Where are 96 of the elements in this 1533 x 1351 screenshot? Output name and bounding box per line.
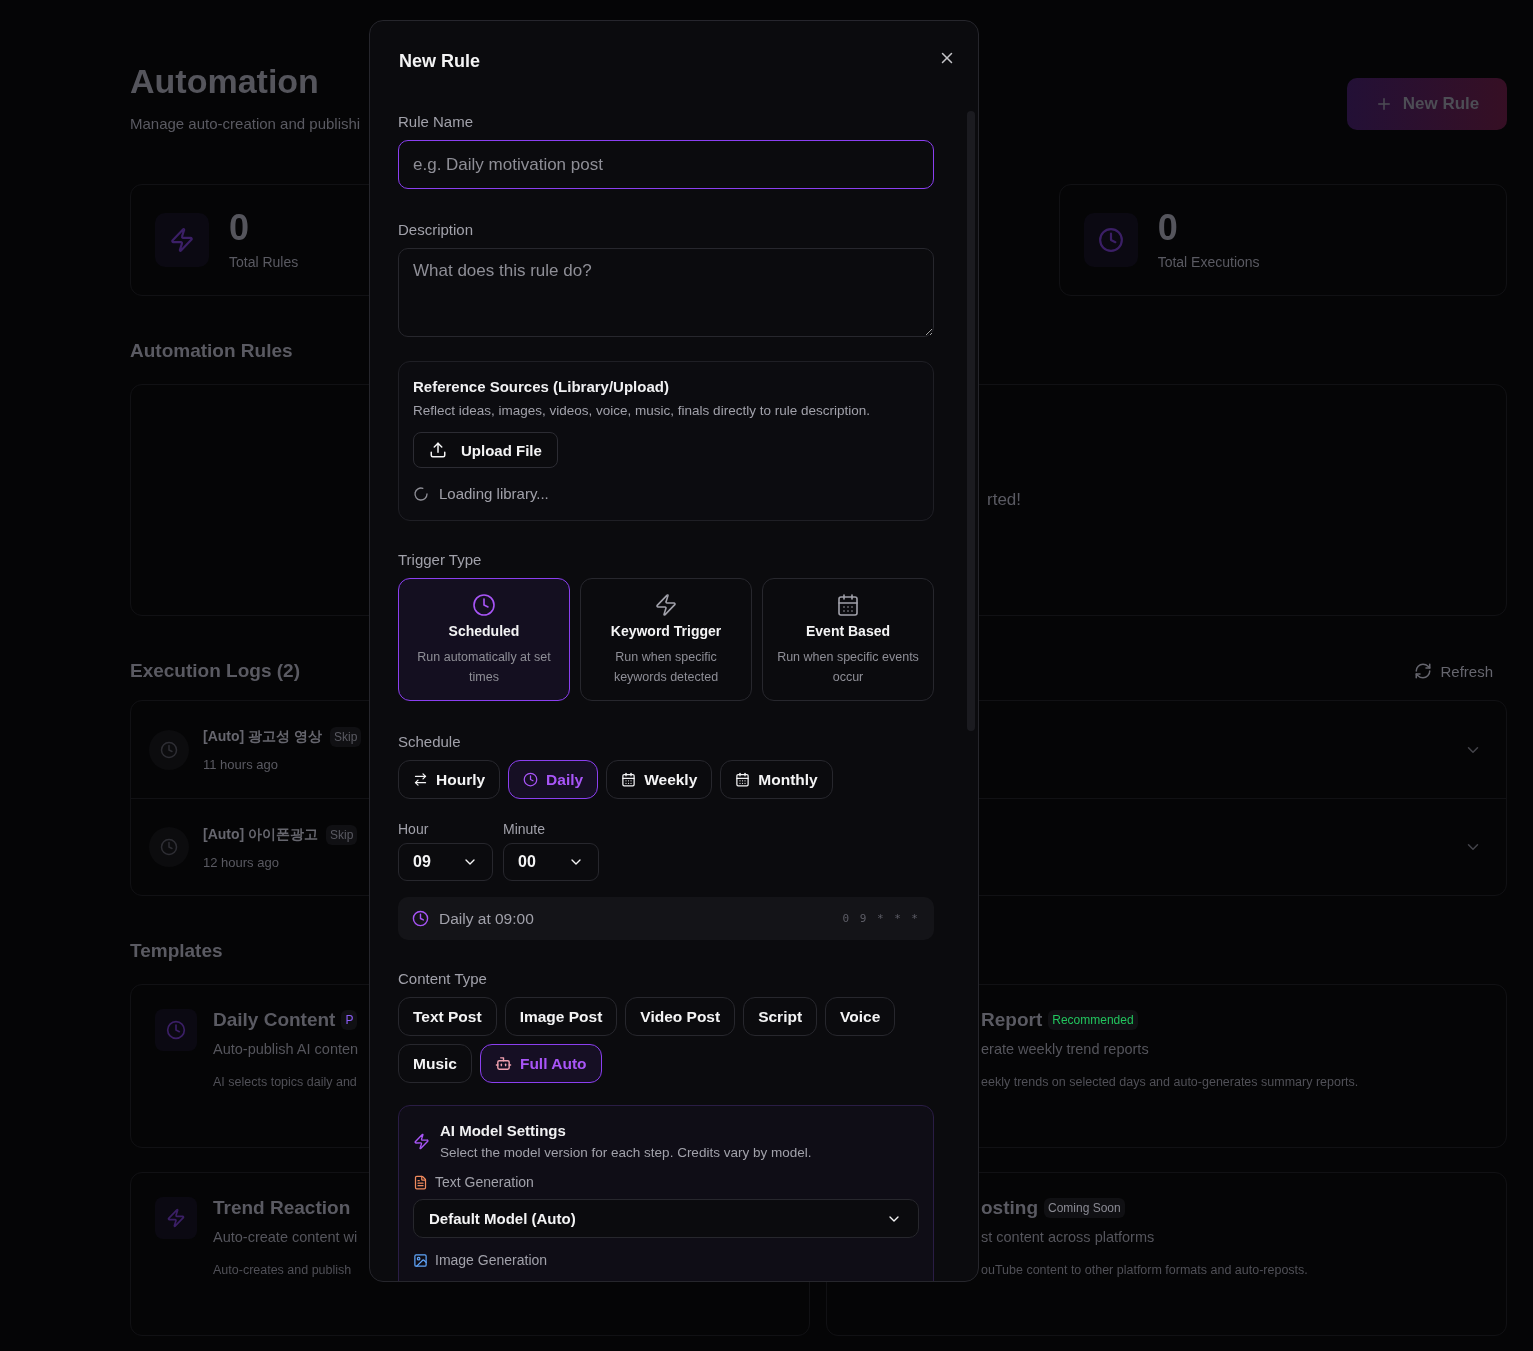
swap-arrows-icon: [413, 772, 428, 787]
template-detail: Auto-creates and publish: [213, 1263, 352, 1277]
lightning-icon: [166, 1208, 186, 1228]
refresh-button[interactable]: Refresh: [1414, 662, 1507, 680]
loading-text: Loading library...: [439, 485, 549, 502]
clock-icon: [523, 772, 539, 787]
clock-icon: [160, 740, 178, 759]
ai-settings-title: AI Model Settings: [440, 1122, 567, 1139]
calendar-icon: [735, 772, 751, 787]
schedule-option[interactable]: Hourly: [398, 760, 501, 799]
field-label: Hour: [398, 821, 430, 837]
trigger-option[interactable]: Scheduled Run automatically at set times: [398, 578, 570, 701]
status-badge: Skip: [330, 727, 362, 747]
schedule-option[interactable]: Monthly: [720, 760, 833, 799]
schedule-option[interactable]: Weekly: [606, 760, 713, 799]
content-type-option[interactable]: Voice: [825, 997, 896, 1036]
template-detail: ouTube content to other platform formats and auto-reposts.: [981, 1263, 1308, 1277]
template-subtitle: Auto-create content wi: [213, 1229, 358, 1245]
content-type-option[interactable]: Text Post: [398, 997, 497, 1036]
robot-icon: [494, 1055, 512, 1072]
trigger-description: Run automatically at set times: [416, 649, 552, 686]
template-subtitle: erate weekly trend reports: [981, 1041, 1149, 1057]
section-title: Automation Rules: [130, 340, 293, 362]
page-subtitle: Manage auto-creation and publishi: [130, 115, 361, 132]
reference-description: Reflect ideas, images, videos, voice, music, finals directly to rule description.: [413, 403, 870, 418]
ai-settings-description: Select the model version for each step. Credits vary by model.: [440, 1145, 812, 1160]
refresh-icon: [1414, 662, 1433, 680]
document-icon: [413, 1174, 428, 1190]
trigger-title: Scheduled: [448, 623, 520, 639]
section-title: Execution Logs (2): [130, 660, 300, 682]
field-label: Trigger Type: [398, 551, 483, 568]
stat-value: 0: [1157, 210, 1178, 246]
trigger-description: Run when specific keywords detected: [612, 649, 720, 686]
template-badge: Coming Soon: [1044, 1198, 1125, 1218]
template-detail: AI selects topics daily and: [213, 1075, 357, 1089]
template-subtitle: Auto-publish AI conten: [213, 1041, 359, 1057]
summary-text: Daily at 09:00: [439, 909, 535, 928]
lightning-icon: [169, 227, 195, 253]
content-type-option[interactable]: Video Post: [625, 997, 736, 1036]
calendar-icon: [621, 772, 637, 787]
clock-icon: [166, 1020, 186, 1040]
schedule-option[interactable]: Daily: [508, 760, 599, 799]
content-type-option[interactable]: Script: [743, 997, 818, 1036]
trigger-option[interactable]: Event Based Run when specific events occur: [762, 578, 934, 701]
field-label: Rule Name: [398, 113, 475, 130]
spinner-icon: [413, 485, 429, 502]
template-title: osting: [981, 1197, 1038, 1219]
lightning-icon: [654, 593, 678, 617]
section-title: Templates: [130, 940, 223, 962]
field-label: Minute: [503, 821, 547, 837]
template-subtitle: st content across platforms: [981, 1229, 1155, 1245]
step-label: Image Generation: [435, 1252, 548, 1268]
content-type-option[interactable]: Full Auto: [479, 1044, 602, 1083]
status-badge: Skip: [326, 824, 358, 845]
upload-button[interactable]: Upload File: [413, 432, 558, 468]
minute-select[interactable]: 00: [503, 843, 599, 881]
log-title: [Auto] 광고성 영상: [203, 728, 322, 746]
trigger-title: Keyword Trigger: [610, 623, 722, 639]
field-label: Description: [398, 221, 475, 238]
calendar-icon: [836, 593, 860, 617]
log-time: 11 hours ago: [203, 757, 278, 772]
reference-title: Reference Sources (Library/Upload): [413, 378, 669, 395]
lightning-icon: [413, 1132, 430, 1150]
template-badge: Recommended: [1048, 1010, 1138, 1030]
model-select[interactable]: Default Model (Auto): [413, 1199, 919, 1238]
empty-message: rted!: [987, 490, 1022, 510]
stat-value: 0: [229, 210, 250, 246]
log-time: 12 hours ago: [203, 854, 279, 870]
template-detail: eekly trends on selected days and auto-generates summary reports.: [981, 1075, 1359, 1089]
clock-icon: [412, 910, 429, 927]
image-icon: [413, 1252, 428, 1268]
description-field[interactable]: What does this rule do?: [398, 248, 934, 337]
content-type-option[interactable]: Image Post: [504, 997, 618, 1036]
page-title: Automation: [130, 62, 320, 101]
clock-icon: [1097, 227, 1124, 253]
dialog-title: New Rule: [399, 51, 481, 72]
clock-icon: [160, 838, 178, 856]
trigger-option[interactable]: Keyword Trigger Run when specific keywords detected: [580, 578, 752, 701]
template-badge: P: [341, 1010, 358, 1030]
template-title: Daily Content: [213, 1009, 336, 1031]
hour-select[interactable]: 09: [398, 843, 493, 881]
trigger-title: Event Based: [805, 623, 890, 639]
stat-label: Total Rules: [229, 254, 299, 270]
template-title: Report: [981, 1009, 1043, 1031]
rule-name-field[interactable]: e.g. Daily motivation post: [398, 140, 934, 189]
stat-label: Total Executions: [1157, 254, 1260, 270]
step-label: Text Generation: [435, 1174, 534, 1190]
field-label: Content Type: [398, 970, 488, 987]
trigger-description: Run when specific events occur: [776, 649, 920, 686]
content-type-option[interactable]: Music: [398, 1044, 472, 1083]
clock-icon: [472, 593, 496, 617]
template-title: Trend Reaction: [213, 1197, 351, 1219]
cron-expression: 0 9 * * *: [842, 912, 920, 925]
log-title: [Auto] 아이폰광고: [203, 825, 319, 844]
field-label: Schedule: [398, 733, 462, 750]
upload-icon: [429, 441, 447, 459]
